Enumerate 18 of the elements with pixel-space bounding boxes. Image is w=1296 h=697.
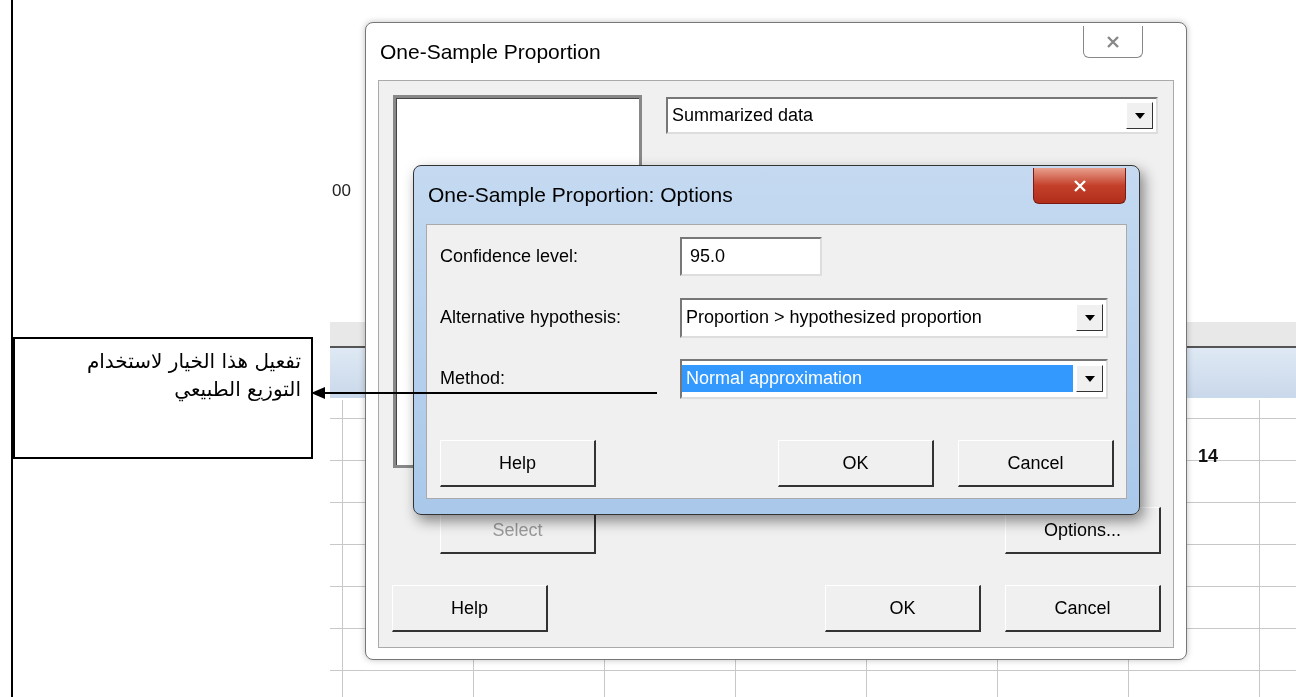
text-field[interactable]: 95.0 [680,237,822,276]
close-icon [1106,35,1120,48]
close-icon [1072,179,1087,192]
cancel-button[interactable]: Cancel [958,440,1114,487]
caret-icon [1134,112,1145,119]
field-label: Confidence level: [440,246,580,267]
caret-icon [1084,375,1095,382]
field-label: Alternative hypothesis: [440,307,623,328]
dropdown[interactable]: Proportion > hypothesized proportion [680,297,1108,338]
ok-button[interactable]: OK [778,440,934,487]
dialog-title: One-Sample Proportion [380,39,601,64]
help-button[interactable]: Help [440,440,596,487]
cell-text: 00 [332,181,351,201]
callout-text: تفعيل هذا الخيار لاستخدام التوزيع الطبيعي [85,348,301,403]
column-label: 14 [1198,446,1219,467]
close-button[interactable] [1033,168,1126,204]
field-label: Method: [440,368,507,389]
dialog-title: One-Sample Proportion: Options [428,183,733,207]
